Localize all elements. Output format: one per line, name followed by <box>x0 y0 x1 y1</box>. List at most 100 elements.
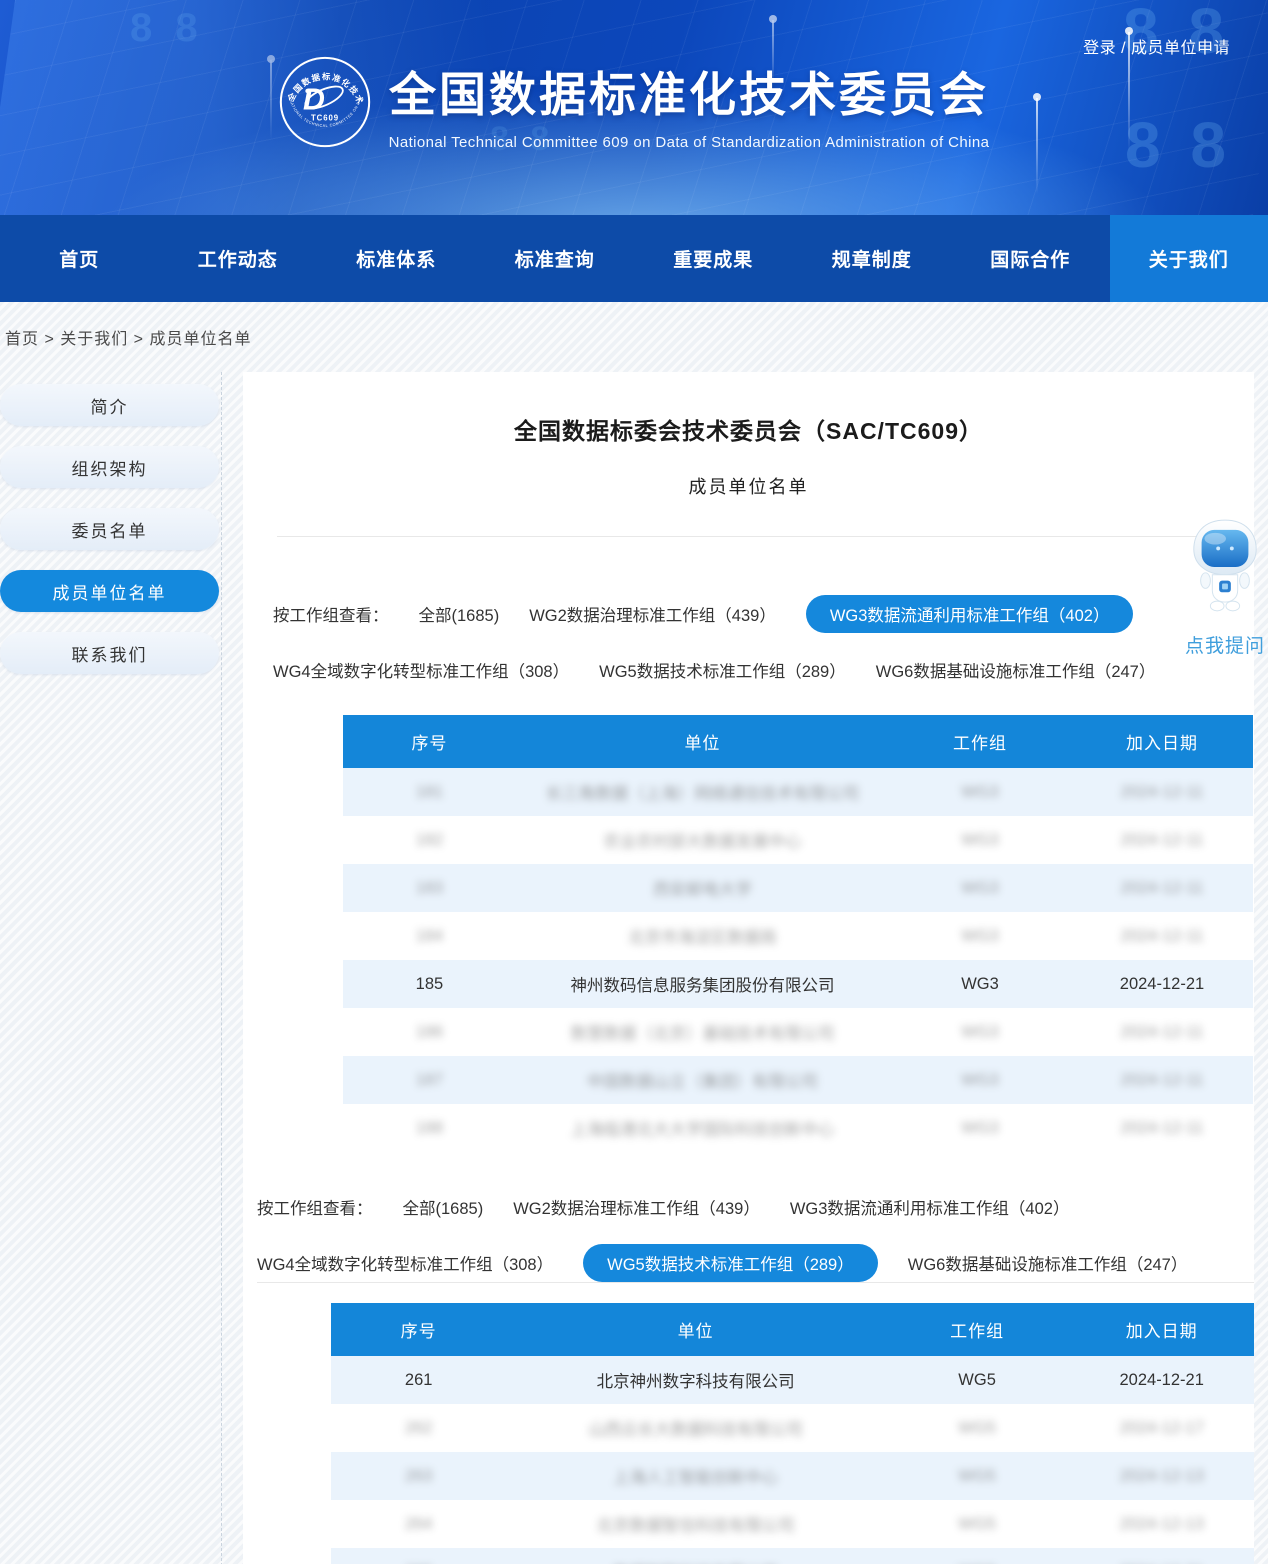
workgroup-filter-tab[interactable]: WG6数据基础设施标准工作组（247） <box>876 651 1156 689</box>
site-header: 8 8 8 8 8 8 8 8 登录 / 成员单位申请 全国数据标准化技术委员会… <box>0 0 1268 215</box>
ask-me-button[interactable]: 点我提问 <box>1182 631 1268 658</box>
member-no: 183 <box>416 879 444 897</box>
sidebar-item[interactable]: 简介 <box>0 384 219 426</box>
workgroup-filter-tab[interactable]: 全部(1685) <box>419 595 500 633</box>
member-join-date: 2024-12-11 <box>1120 1119 1203 1137</box>
sidebar-item[interactable]: 联系我们 <box>0 632 219 674</box>
main-content: 全国数据标委会技术委员会（SAC/TC609） 成员单位名单 按工作组查看： 全… <box>243 372 1254 1564</box>
member-workgroup: WG3 <box>961 927 999 945</box>
table-header-cell: 序号 <box>331 1303 506 1356</box>
member-join-date: 2024-12-21 <box>1120 975 1204 993</box>
table-row: 184 北京市海淀区数据局 WG3 2024-12-11 <box>343 912 1253 960</box>
member-units-table: 序号单位工作组加入日期 181 长三角数据（上海）网络通信技术有限公司 WG3 … <box>343 715 1253 1152</box>
member-org: 数慧数据（北京）基础技术有限公司 <box>570 1025 834 1043</box>
nav-item[interactable]: 标准查询 <box>476 215 635 302</box>
member-join-date: 2024-12-11 <box>1120 927 1203 945</box>
table-header-cell: 工作组 <box>885 1303 1070 1356</box>
member-workgroup: WG3 <box>961 1023 999 1041</box>
workgroup-filter-tab[interactable]: WG3数据流通利用标准工作组（402） <box>790 1188 1070 1226</box>
member-org: 北京市海淀区数据局 <box>628 929 777 947</box>
member-org: 上海人工智能创新中心 <box>613 1469 778 1487</box>
member-join-date: 2024-12-21 <box>1119 1371 1203 1389</box>
member-org: 西安邮电大学 <box>653 881 752 899</box>
page-subtitle: 成员单位名单 <box>243 473 1254 499</box>
table-header-cell: 工作组 <box>889 715 1071 768</box>
workgroup-filter-tab[interactable]: WG2数据治理标准工作组（439） <box>513 1188 760 1226</box>
workgroup-filter-tab[interactable]: WG6数据基础设施标准工作组（247） <box>908 1244 1188 1282</box>
member-no: 264 <box>405 1515 433 1533</box>
member-workgroup: WG5 <box>958 1371 996 1389</box>
workgroup-filter-bar: 按工作组查看： 全部(1685)WG2数据治理标准工作组（439）WG3数据流通… <box>257 1188 1228 1282</box>
member-join-date: 2024-12-17 <box>1119 1419 1203 1437</box>
table-header-cell: 单位 <box>506 1303 884 1356</box>
member-org: 长三角数据（上海）网络通信技术有限公司 <box>546 785 860 803</box>
member-section-wg3: 按工作组查看： 全部(1685)WG2数据治理标准工作组（439）WG3数据流通… <box>243 595 1254 1152</box>
workgroup-filter-tab[interactable]: WG2数据治理标准工作组（439） <box>529 595 776 633</box>
nav-item[interactable]: 重要成果 <box>634 215 793 302</box>
member-join-date: 2024-12-13 <box>1119 1467 1203 1485</box>
member-section-wg5: 按工作组查看： 全部(1685)WG2数据治理标准工作组（439）WG3数据流通… <box>243 1188 1254 1564</box>
member-no: 261 <box>405 1371 433 1389</box>
workgroup-filter-tab[interactable]: WG4全域数字化转型标准工作组（308） <box>257 1244 553 1282</box>
member-workgroup: WG5 <box>958 1467 996 1485</box>
table-header-cell: 序号 <box>343 715 516 768</box>
breadcrumb[interactable]: 首页 > 关于我们 > 成员单位名单 <box>5 325 251 349</box>
member-join-date: 2024-12-11 <box>1120 879 1203 897</box>
workgroup-filter-tab[interactable]: 全部(1685) <box>403 1188 484 1226</box>
member-no: 181 <box>416 783 444 801</box>
table-header: 序号单位工作组加入日期 <box>343 715 1253 768</box>
nav-item[interactable]: 首页 <box>0 215 159 302</box>
sidebar-item[interactable]: 成员单位名单 <box>0 570 219 612</box>
table-row: 263 上海人工智能创新中心 WG5 2024-12-13 <box>331 1452 1254 1500</box>
member-workgroup: WG3 <box>961 879 999 897</box>
sidebar-item[interactable]: 委员名单 <box>0 508 219 550</box>
tc609-logo-icon: 全国数据标准化技术委员会 NATIONAL TECHNICAL COMMITTE… <box>279 56 371 148</box>
table-header-cell: 单位 <box>516 715 889 768</box>
page: 8 8 8 8 8 8 8 8 登录 / 成员单位申请 全国数据标准化技术委员会… <box>0 0 1268 1564</box>
nav-item[interactable]: 标准体系 <box>317 215 476 302</box>
divider <box>257 1282 1254 1283</box>
workgroup-filter-tab[interactable]: WG5数据技术标准工作组（289） <box>599 651 846 689</box>
login-member-apply-link[interactable]: 登录 / 成员单位申请 <box>1083 34 1230 58</box>
table-row: 183 西安邮电大学 WG3 2024-12-11 <box>343 864 1253 912</box>
table-row: 188 上海临港北大大学国际科技创新中心 WG3 2024-12-11 <box>343 1104 1253 1152</box>
divider <box>277 536 1254 537</box>
assistant-robot-icon[interactable] <box>1186 518 1264 612</box>
member-no: 184 <box>416 927 444 945</box>
member-no: 262 <box>405 1419 433 1437</box>
member-workgroup: WG3 <box>961 783 999 801</box>
member-org: 神州数码信息服务集团股份有限公司 <box>570 977 834 995</box>
table-row: 264 北京数据智信科技有限公司 WG5 2024-12-13 <box>331 1500 1254 1548</box>
table-header: 序号单位工作组加入日期 <box>331 1303 1254 1356</box>
member-join-date: 2024-12-13 <box>1119 1515 1203 1533</box>
member-workgroup: WG3 <box>961 831 999 849</box>
table-row: 265 数据智联科技有限公司 WG5 2024-12-21 <box>331 1548 1254 1564</box>
workgroup-filter-bar: 按工作组查看： 全部(1685)WG2数据治理标准工作组（439）WG3数据流通… <box>273 595 1228 689</box>
member-org: 农业农村部大数据发展中心 <box>603 833 801 851</box>
member-workgroup: WG3 <box>961 975 999 993</box>
member-no: 186 <box>416 1023 444 1041</box>
table-row: 186 数慧数据（北京）基础技术有限公司 WG3 2024-12-11 <box>343 1008 1253 1056</box>
sidebar: 简介组织架构委员名单成员单位名单联系我们 <box>0 372 222 1564</box>
table-row: 182 农业农村部大数据发展中心 WG3 2024-12-11 <box>343 816 1253 864</box>
table-row: 187 中国数据山立（集团）有限公司 WG3 2024-12-11 <box>343 1056 1253 1104</box>
table-header-cell: 加入日期 <box>1069 1303 1254 1356</box>
member-join-date: 2024-12-11 <box>1120 831 1203 849</box>
member-org: 中国数据山立（集团）有限公司 <box>587 1073 818 1091</box>
nav-item[interactable]: 规章制度 <box>793 215 952 302</box>
workgroup-filter-tab[interactable]: WG4全域数字化转型标准工作组（308） <box>273 651 569 689</box>
member-no: 263 <box>405 1467 433 1485</box>
nav-item[interactable]: 工作动态 <box>159 215 318 302</box>
assistant-widget: 点我提问 <box>1182 518 1268 658</box>
svg-text:TC609: TC609 <box>311 113 339 122</box>
site-brand: 全国数据标准化技术委员会 NATIONAL TECHNICAL COMMITTE… <box>0 0 1268 151</box>
member-workgroup: WG3 <box>961 1071 999 1089</box>
member-org: 上海临港北大大学国际科技创新中心 <box>570 1121 834 1139</box>
nav-item[interactable]: 国际合作 <box>951 215 1110 302</box>
table-header-cell: 加入日期 <box>1071 715 1253 768</box>
workgroup-filter-tab[interactable]: WG3数据流通利用标准工作组（402） <box>806 595 1134 633</box>
sidebar-item[interactable]: 组织架构 <box>0 446 219 488</box>
member-no: 187 <box>416 1071 444 1089</box>
nav-item[interactable]: 关于我们 <box>1110 215 1268 302</box>
workgroup-filter-tab[interactable]: WG5数据技术标准工作组（289） <box>583 1244 878 1282</box>
